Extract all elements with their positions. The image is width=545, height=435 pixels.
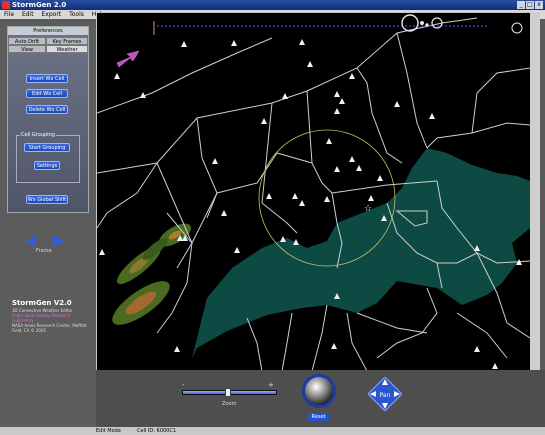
- zoom-minus-label: -: [182, 381, 185, 389]
- map-canvas[interactable]: ☆: [97, 13, 530, 371]
- station-triangle-icon[interactable]: [368, 195, 374, 201]
- station-triangle-icon[interactable]: [299, 200, 305, 206]
- station-triangle-icon[interactable]: [394, 101, 400, 107]
- menu-export[interactable]: Export: [42, 11, 62, 18]
- navigation-bar: - + Zoom Reset Pan: [96, 370, 545, 427]
- station-triangle-icon[interactable]: [231, 40, 237, 46]
- next-frame-icon[interactable]: [54, 235, 64, 247]
- menu-tools[interactable]: Tools: [69, 11, 84, 18]
- station-triangle-icon[interactable]: [334, 108, 340, 114]
- tab-view[interactable]: View: [8, 45, 46, 53]
- settings-button[interactable]: Settings: [34, 161, 60, 170]
- selected-star-icon[interactable]: ☆: [364, 204, 372, 214]
- tab-weather[interactable]: Weather: [46, 45, 88, 53]
- reset-view-button[interactable]: [302, 374, 336, 408]
- station-triangle-icon[interactable]: [331, 343, 337, 349]
- cell-grouping-label: Cell Grouping: [20, 132, 56, 138]
- station-triangle-icon[interactable]: [339, 98, 345, 104]
- station-triangle-icon[interactable]: [349, 73, 355, 79]
- station-triangle-icon[interactable]: [429, 113, 435, 119]
- reset-label[interactable]: Reset: [308, 413, 329, 421]
- station-triangle-icon[interactable]: [174, 346, 180, 352]
- app-info: StormGen V2.0 3D Convective Weather Edit…: [12, 299, 92, 333]
- minimize-button[interactable]: _: [517, 1, 525, 9]
- close-button[interactable]: x: [535, 1, 543, 9]
- window-title: StormGen 2.0: [12, 1, 67, 9]
- title-bar: StormGen 2.0 _ □ x: [0, 0, 545, 10]
- station-triangle-icon[interactable]: [324, 196, 330, 202]
- station-triangle-icon[interactable]: [349, 156, 355, 162]
- station-triangle-icon[interactable]: [212, 158, 218, 164]
- status-cell-id: Cell ID: K000C1: [137, 428, 177, 434]
- zoom-label: Zoom: [222, 401, 237, 407]
- zoom-control: - + Zoom: [182, 381, 277, 412]
- station-triangle-icon[interactable]: [266, 193, 272, 199]
- preferences-header: Preferences: [8, 27, 88, 35]
- station-triangle-icon[interactable]: [334, 166, 340, 172]
- app-name: StormGen V2.0: [12, 299, 72, 307]
- app-icon: [2, 1, 10, 9]
- status-mode: Edit Mode: [96, 428, 121, 434]
- menu-file[interactable]: File: [4, 11, 14, 18]
- start-grouping-button[interactable]: Start Grouping: [24, 143, 70, 152]
- station-triangle-icon[interactable]: [299, 39, 305, 45]
- delete-wx-cell-button[interactable]: Delete Wx Cell: [26, 105, 68, 114]
- map-view[interactable]: ☆: [96, 12, 531, 372]
- weather-region[interactable]: [192, 148, 530, 358]
- tab-key-frames[interactable]: Key Frames: [46, 37, 88, 45]
- window-controls: _ □ x: [517, 1, 543, 9]
- station-triangle-icon[interactable]: [326, 138, 332, 144]
- map-scrollbar[interactable]: [530, 12, 540, 372]
- station-triangle-icon[interactable]: [221, 210, 227, 216]
- app-org: NASA Ames Research Center, Moffett Field…: [12, 323, 87, 333]
- station-triangle-icon[interactable]: [377, 175, 383, 181]
- frame-label: Frame: [36, 248, 52, 254]
- insert-wx-cell-button[interactable]: Insert Wx Cell: [26, 74, 68, 83]
- pan-label: Pan: [380, 392, 391, 399]
- menu-edit[interactable]: Edit: [22, 11, 34, 18]
- status-bar: Edit Mode Cell ID: K000C1: [0, 427, 545, 435]
- previous-frame-icon[interactable]: [26, 235, 36, 247]
- station-triangle-icon[interactable]: [261, 118, 267, 124]
- station-triangle-icon[interactable]: [181, 41, 187, 47]
- zoom-slider-thumb[interactable]: [225, 388, 231, 397]
- edit-wx-cell-button[interactable]: Edit Wx Cell: [26, 89, 68, 98]
- station-triangle-icon[interactable]: [334, 91, 340, 97]
- tab-auto-drift[interactable]: Auto Drift: [8, 37, 46, 45]
- station-triangle-icon[interactable]: [282, 93, 288, 99]
- circle-symbols-icon: [401, 14, 523, 34]
- left-panel: Preferences Auto Drift Key Frames View W…: [0, 19, 95, 427]
- pan-icon[interactable]: Pan: [368, 377, 402, 411]
- zoom-plus-label: +: [268, 381, 274, 389]
- station-triangle-icon[interactable]: [234, 247, 240, 253]
- wind-arrow-icon[interactable]: [116, 50, 140, 68]
- station-triangle-icon[interactable]: [356, 165, 362, 171]
- station-triangle-icon[interactable]: [492, 363, 498, 369]
- preferences-panel: Preferences Auto Drift Key Frames View W…: [7, 26, 89, 213]
- station-triangle-icon[interactable]: [99, 249, 105, 255]
- station-triangle-icon[interactable]: [114, 73, 120, 79]
- wx-global-shift-button[interactable]: Wx Global Shift: [26, 195, 68, 204]
- station-triangle-icon[interactable]: [292, 193, 298, 199]
- maximize-button[interactable]: □: [526, 1, 534, 9]
- station-triangle-icon[interactable]: [307, 61, 313, 67]
- station-triangle-icon[interactable]: [474, 346, 480, 352]
- app-credits: Flight Deck Display Research Laboratory: [12, 313, 71, 323]
